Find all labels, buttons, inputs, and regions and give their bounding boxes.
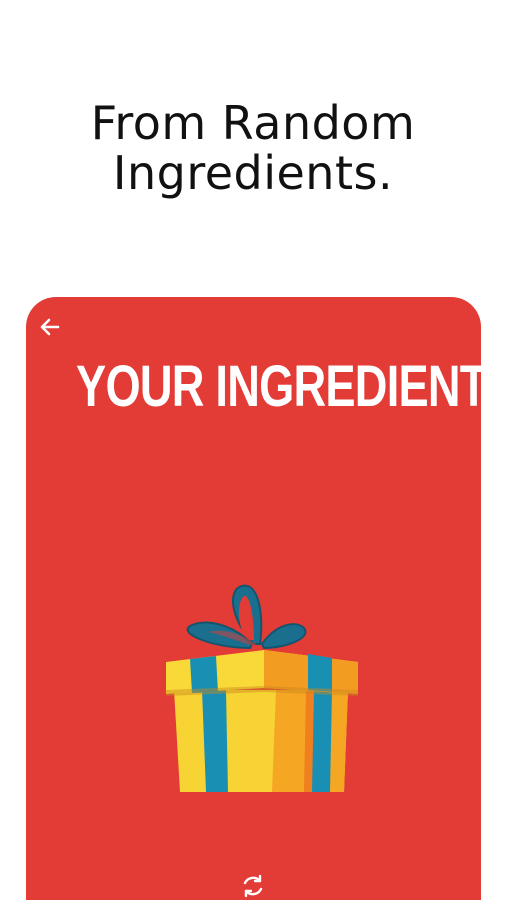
card-title: YOUR INGREDIENTS — [76, 354, 481, 419]
headline-line-1: From Random — [90, 96, 416, 150]
refresh-icon — [243, 874, 263, 898]
arrow-left-icon — [40, 318, 60, 336]
gift-box-icon — [166, 584, 358, 792]
refresh-button[interactable] — [238, 871, 268, 900]
ingredients-card: YOUR INGREDIENTS — [26, 297, 481, 900]
headline: From Random Ingredients. — [0, 98, 506, 198]
back-button[interactable] — [34, 311, 66, 343]
headline-line-2: Ingredients. — [112, 146, 394, 200]
